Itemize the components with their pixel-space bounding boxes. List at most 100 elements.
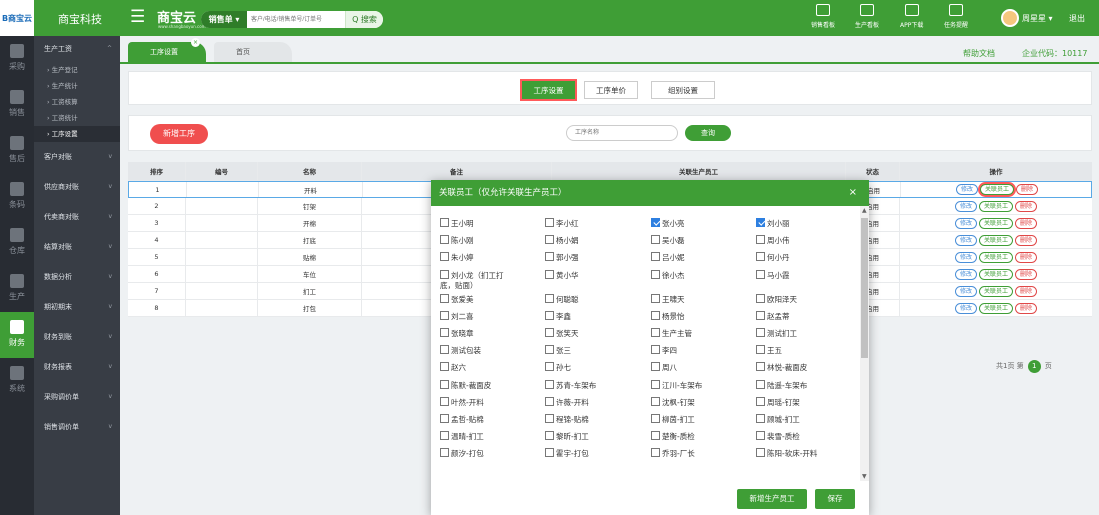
checkbox[interactable] bbox=[440, 252, 449, 262]
employee-checkbox-item[interactable]: 杨景怡 bbox=[651, 310, 685, 322]
checkbox[interactable] bbox=[756, 431, 765, 441]
employee-checkbox-item[interactable]: 赵六 bbox=[440, 362, 466, 373]
checkbox[interactable] bbox=[756, 414, 765, 423]
employee-checkbox-item[interactable]: 何小丹 bbox=[756, 252, 790, 263]
employee-checkbox-item[interactable]: 张晓章 bbox=[440, 328, 474, 339]
rail-item-sales[interactable]: 销售 bbox=[0, 82, 34, 128]
employee-checkbox-item[interactable]: 陈阳-软床-开料 bbox=[756, 448, 817, 459]
sidebar-group-finance-receipt[interactable]: 财务到账 v bbox=[34, 322, 120, 352]
add-process-button[interactable]: 新增工序 bbox=[150, 124, 208, 144]
link-employees-button[interactable]: 关联员工 bbox=[978, 268, 1013, 280]
sidebar-item-process-settings[interactable]: › 工序设置 bbox=[34, 126, 120, 142]
employee-checkbox-item[interactable]: 张三 bbox=[545, 345, 571, 356]
save-button[interactable]: 保存 bbox=[815, 489, 855, 509]
seg-group-settings[interactable]: 组别设置 bbox=[651, 81, 715, 99]
checkbox[interactable] bbox=[545, 396, 554, 406]
employee-checkbox-item[interactable]: 周小伟 bbox=[756, 235, 790, 246]
employee-checkbox-item[interactable]: 陈小刚 bbox=[440, 235, 474, 246]
employee-checkbox-item[interactable]: 李鑫 bbox=[545, 310, 571, 322]
delete-button[interactable]: 删除 bbox=[1015, 251, 1038, 263]
checkbox[interactable] bbox=[651, 345, 660, 355]
search-input[interactable] bbox=[249, 11, 347, 28]
sidebar-item-wage-stats[interactable]: › 工资统计 bbox=[34, 110, 120, 126]
employee-checkbox-item[interactable]: 孟哲-贴棉 bbox=[440, 414, 484, 425]
close-icon[interactable]: × bbox=[191, 38, 200, 47]
dialog-scrollbar[interactable]: ▲ ▼ bbox=[860, 206, 869, 481]
employee-checkbox-item[interactable]: 吕小妮 bbox=[651, 252, 685, 263]
employee-checkbox-item[interactable]: 乔羽-厂长 bbox=[651, 448, 695, 459]
checkbox[interactable] bbox=[651, 448, 660, 458]
checkbox[interactable] bbox=[756, 252, 765, 262]
checkbox[interactable] bbox=[440, 379, 449, 389]
sidebar-item-production-stats[interactable]: › 生产统计 bbox=[34, 78, 120, 94]
rail-item-purchase[interactable]: 采购 bbox=[0, 36, 34, 82]
checkbox[interactable] bbox=[651, 328, 660, 337]
search-button[interactable]: Q 搜索 bbox=[345, 11, 383, 28]
checkbox[interactable] bbox=[440, 218, 449, 227]
checkbox[interactable] bbox=[440, 235, 449, 245]
task-reminder-button[interactable]: 任务提醒 bbox=[944, 4, 968, 29]
employee-checkbox-item[interactable]: 杨小娟 bbox=[545, 235, 579, 246]
rail-item-production[interactable]: 生产 bbox=[0, 266, 34, 312]
edit-button[interactable]: 修改 bbox=[954, 200, 977, 212]
employee-checkbox-item[interactable]: 江川-车架布 bbox=[651, 379, 702, 391]
sidebar-group-sales-price[interactable]: 销售调价单 v bbox=[34, 412, 120, 442]
link-employees-button[interactable]: 关联员工 bbox=[978, 217, 1013, 229]
checkbox[interactable] bbox=[756, 310, 765, 320]
delete-button[interactable]: 删除 bbox=[1015, 268, 1038, 280]
employee-checkbox-item[interactable]: 朱小婷 bbox=[440, 252, 474, 263]
checkbox[interactable] bbox=[756, 362, 765, 372]
checkbox[interactable] bbox=[756, 269, 765, 279]
checkbox[interactable] bbox=[545, 431, 554, 441]
checkbox[interactable] bbox=[545, 379, 554, 389]
employee-checkbox-item[interactable]: 刘二喜 bbox=[440, 310, 474, 322]
checkbox[interactable] bbox=[440, 448, 449, 458]
employee-checkbox-item[interactable]: 测试扪工 bbox=[756, 328, 797, 339]
rail-item-system[interactable]: 系统 bbox=[0, 358, 34, 404]
add-production-employee-button[interactable]: 新增生产员工 bbox=[737, 489, 807, 509]
edit-button[interactable]: 修改 bbox=[954, 234, 977, 246]
checkbox[interactable] bbox=[651, 293, 660, 303]
employee-checkbox-item[interactable]: 楚衡-质检 bbox=[651, 431, 695, 442]
employee-checkbox-item[interactable]: 张爱美 bbox=[440, 293, 474, 305]
delete-button[interactable]: 删除 bbox=[1016, 184, 1039, 195]
sidebar-item-production-register[interactable]: › 生产登记 bbox=[34, 62, 120, 78]
sidebar-group-customer-recon[interactable]: 客户对账 v bbox=[34, 142, 120, 172]
link-employees-button[interactable]: 关联员工 bbox=[978, 302, 1013, 314]
delete-button[interactable]: 删除 bbox=[1015, 285, 1038, 297]
employee-checkbox-item[interactable]: 徐小杰 bbox=[651, 269, 685, 281]
edit-button[interactable]: 修改 bbox=[954, 285, 977, 297]
checkbox[interactable] bbox=[545, 218, 554, 227]
scroll-down-icon[interactable]: ▼ bbox=[862, 473, 867, 480]
employee-checkbox-item[interactable]: 林悦-裁面皮 bbox=[756, 362, 807, 373]
checkbox[interactable] bbox=[440, 293, 449, 303]
link-employees-button[interactable]: 关联员工 bbox=[978, 234, 1013, 246]
delete-button[interactable]: 删除 bbox=[1015, 234, 1038, 246]
process-name-input[interactable] bbox=[566, 125, 678, 141]
seg-process-price[interactable]: 工序单价 bbox=[584, 81, 638, 99]
employee-checkbox-item[interactable]: 赵孟蒂 bbox=[756, 310, 790, 322]
checkbox[interactable] bbox=[545, 269, 554, 279]
employee-checkbox-item[interactable]: 刘小丽 bbox=[756, 218, 790, 229]
tab-process-settings[interactable]: 工序设置 × bbox=[128, 38, 206, 62]
employee-checkbox-item[interactable]: 叶然-开料 bbox=[440, 396, 484, 408]
query-button[interactable]: 查询 bbox=[685, 125, 731, 141]
employee-checkbox-item[interactable]: 温晴-扪工 bbox=[440, 431, 484, 442]
employee-checkbox-item[interactable]: 郭小强 bbox=[545, 252, 579, 263]
employee-checkbox-item[interactable]: 张笑天 bbox=[545, 328, 579, 339]
checkbox[interactable] bbox=[651, 310, 660, 320]
logout-link[interactable]: 退出 bbox=[1069, 13, 1085, 24]
rail-item-finance[interactable]: 财务 bbox=[0, 312, 34, 358]
production-board-button[interactable]: 生产看板 bbox=[855, 4, 879, 29]
employee-checkbox-item[interactable]: 程锦-贴棉 bbox=[545, 414, 589, 425]
link-employees-button[interactable]: 关联员工 bbox=[978, 200, 1013, 212]
checkbox[interactable] bbox=[545, 252, 554, 262]
checkbox[interactable] bbox=[756, 235, 765, 245]
checkbox[interactable] bbox=[756, 379, 765, 389]
employee-checkbox-item[interactable]: 顾城-扪工 bbox=[756, 414, 800, 425]
employee-checkbox-item[interactable]: 黄小华 bbox=[545, 269, 579, 281]
user-menu[interactable]: 周星星 ▾ bbox=[1022, 13, 1053, 24]
checkbox[interactable] bbox=[440, 396, 449, 406]
employee-checkbox-item[interactable]: 生产主管 bbox=[651, 328, 692, 339]
checkbox[interactable] bbox=[651, 414, 660, 423]
